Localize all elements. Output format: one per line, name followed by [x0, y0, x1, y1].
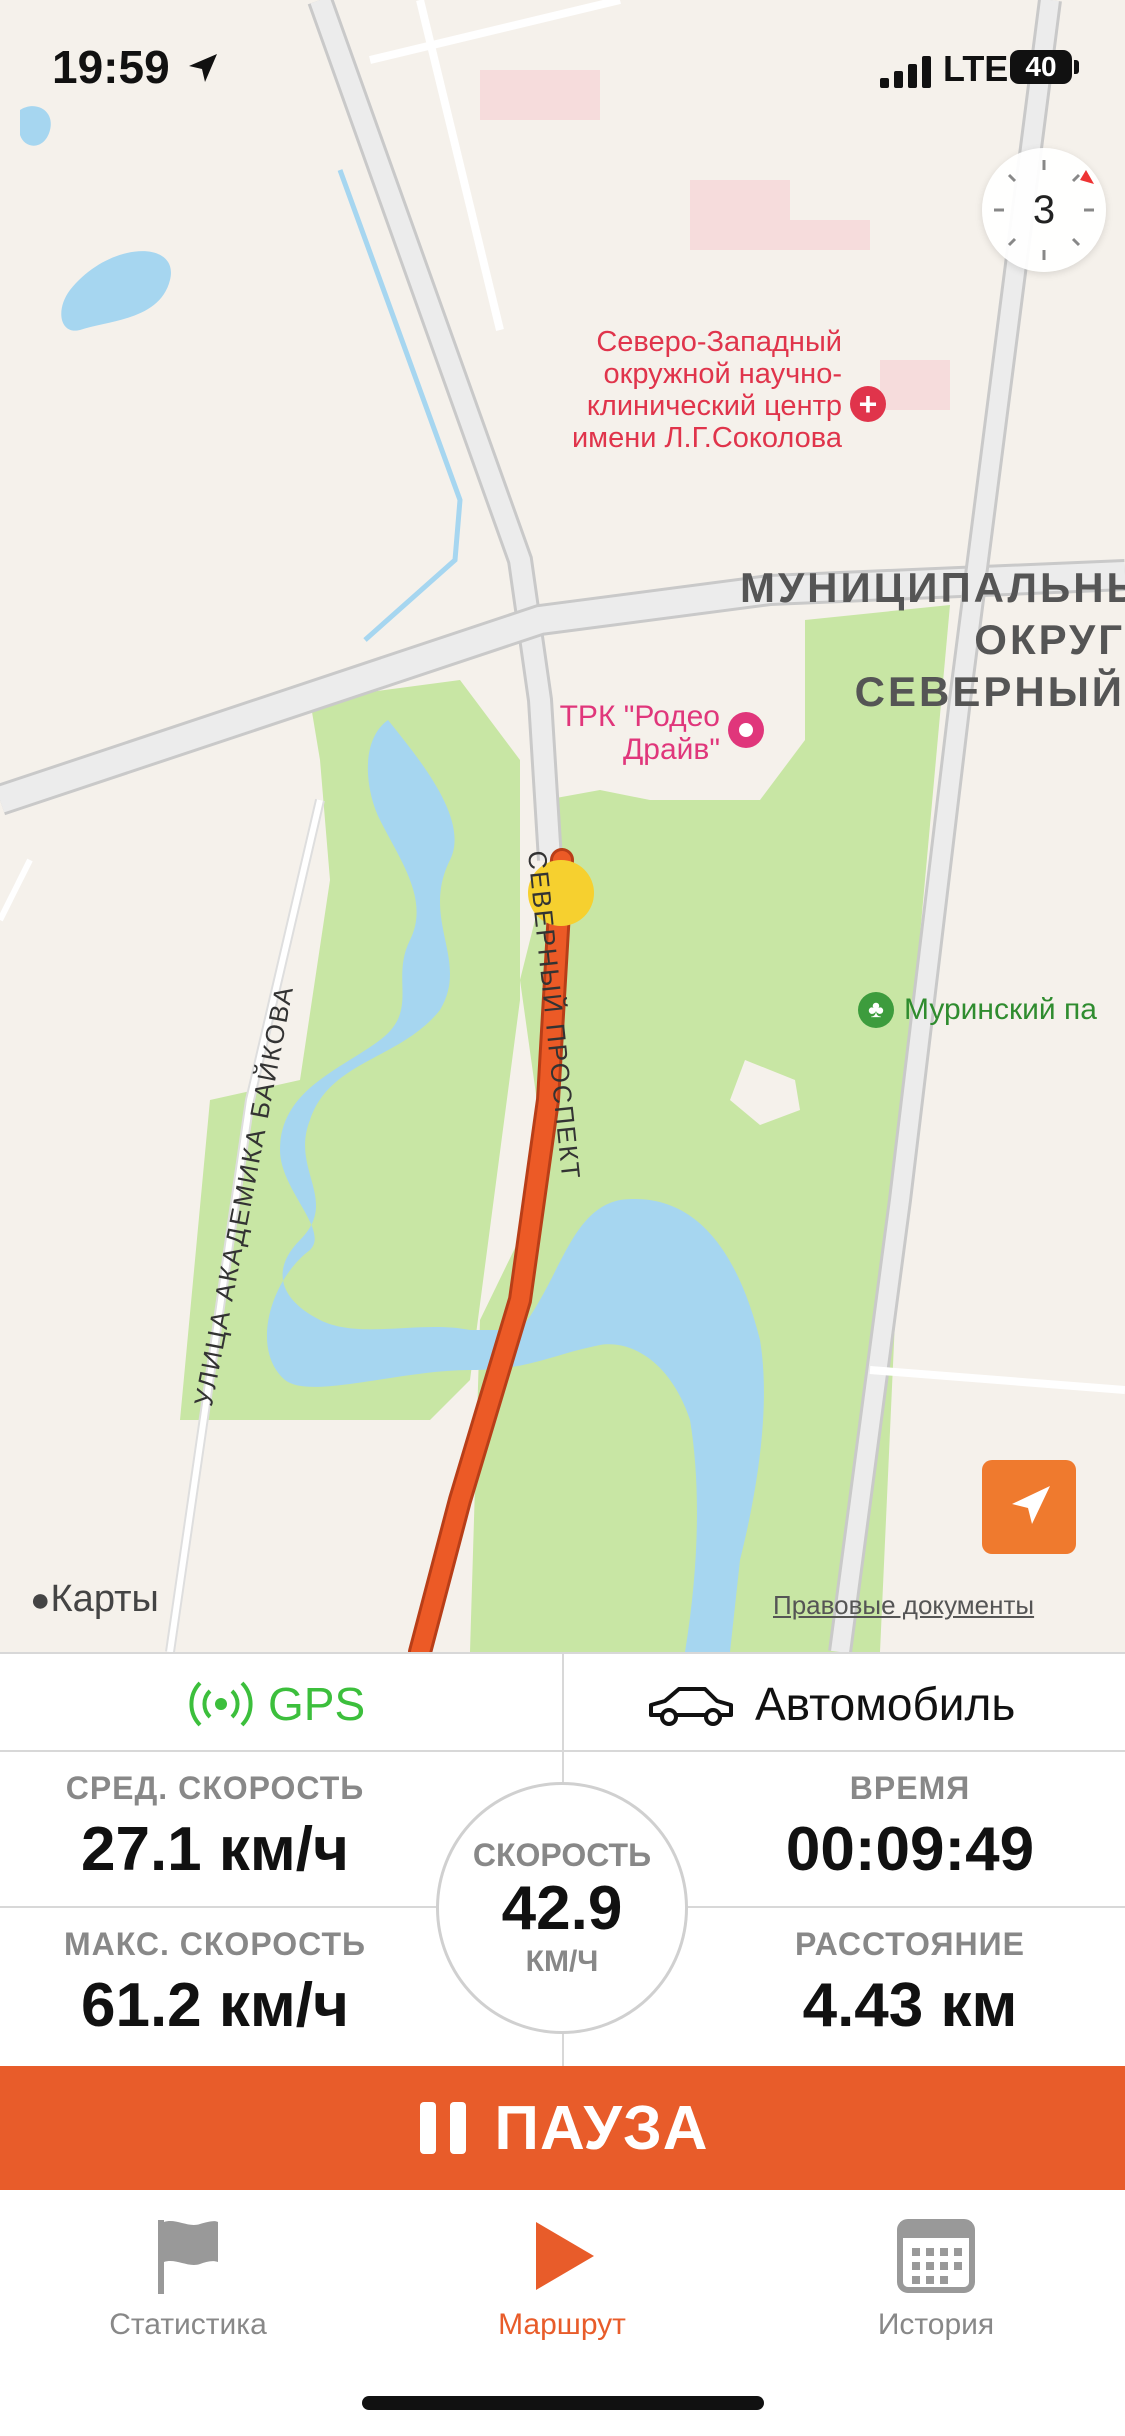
speed-value: 42.9: [501, 1874, 623, 1943]
hospital-icon: +: [850, 386, 886, 422]
avg-speed-label: СРЕД. СКОРОСТЬ: [65, 1770, 365, 1806]
locate-me-button[interactable]: [982, 1460, 1076, 1554]
pause-icon: [420, 2102, 467, 2154]
network-type: LTE: [943, 48, 1009, 89]
mall-icon: [728, 712, 764, 748]
map-canvas: [0, 0, 1125, 1652]
apple-logo-icon: ●: [30, 1581, 51, 1619]
battery-icon: 40: [1010, 50, 1072, 84]
hospital-label[interactable]: Северо-Западный окружной научно-клиничес…: [520, 326, 842, 454]
district-label: МУНИЦИПАЛЬНЫЙ ОКРУГ СЕВЕРНЫЙ: [740, 564, 1125, 715]
maps-attribution: ●Карты: [30, 1578, 159, 1621]
car-icon: [649, 1687, 733, 1726]
speed-unit: КМ/Ч: [525, 1945, 599, 1978]
tab-history-label: История: [877, 2308, 995, 2341]
distance-label: РАССТОЯНИЕ: [795, 1926, 1025, 1962]
tab-route[interactable]: Маршрут: [412, 2190, 712, 2370]
time-label: ВРЕМЯ: [849, 1770, 971, 1806]
gps-status: GPS: [188, 1674, 365, 1734]
divider: [562, 1652, 564, 1750]
flag-icon: [158, 2220, 218, 2294]
vehicle-label: Автомобиль: [755, 1678, 1016, 1730]
pause-button[interactable]: ПАУЗА: [0, 2066, 1125, 2190]
maps-attribution-text: Карты: [50, 1578, 159, 1620]
pause-label: ПАУЗА: [494, 2093, 709, 2163]
compass-value: 3: [1032, 188, 1056, 232]
compass-button[interactable]: 3: [982, 148, 1106, 272]
cellular-signal-icon: [880, 56, 931, 88]
tab-route-label: Маршрут: [498, 2308, 626, 2341]
battery-level: 40: [1025, 51, 1057, 82]
park-icon: ♣: [858, 992, 894, 1028]
play-icon: [536, 2222, 594, 2290]
speed-label: СКОРОСТЬ: [472, 1837, 652, 1873]
location-services-icon: [189, 54, 217, 82]
map-view[interactable]: Северо-Западный окружной научно-клиничес…: [0, 0, 1125, 1652]
location-arrow-icon: [1012, 1486, 1050, 1524]
battery-nub: [1074, 60, 1079, 74]
status-bar: 19:59 LTE 40: [0, 0, 1125, 140]
vehicle-selector[interactable]: Автомобиль: [645, 1674, 1015, 1734]
mall-label[interactable]: ТРК "Родео Драйв": [520, 700, 720, 766]
current-speed-gauge: СКОРОСТЬ 42.9 КМ/Ч: [436, 1782, 688, 2034]
status-time: 19:59: [52, 41, 170, 93]
max-speed-value: 61.2 км/ч: [80, 1971, 349, 2040]
time-value: 00:09:49: [785, 1815, 1035, 1884]
home-indicator[interactable]: [362, 2396, 764, 2410]
calendar-icon: [897, 2219, 975, 2293]
legal-link[interactable]: Правовые документы: [773, 1590, 1034, 1621]
tab-statistics[interactable]: Статистика: [38, 2190, 338, 2370]
distance-value: 4.43 км: [802, 1971, 1018, 2040]
gps-signal-icon: [189, 1681, 253, 1727]
avg-speed-value: 27.1 км/ч: [80, 1815, 349, 1884]
tab-history[interactable]: История: [786, 2190, 1086, 2370]
max-speed-label: МАКС. СКОРОСТЬ: [64, 1926, 366, 1962]
gps-label: GPS: [268, 1678, 366, 1730]
tab-statistics-label: Статистика: [109, 2308, 267, 2341]
park-label[interactable]: Муринский па: [904, 993, 1097, 1027]
